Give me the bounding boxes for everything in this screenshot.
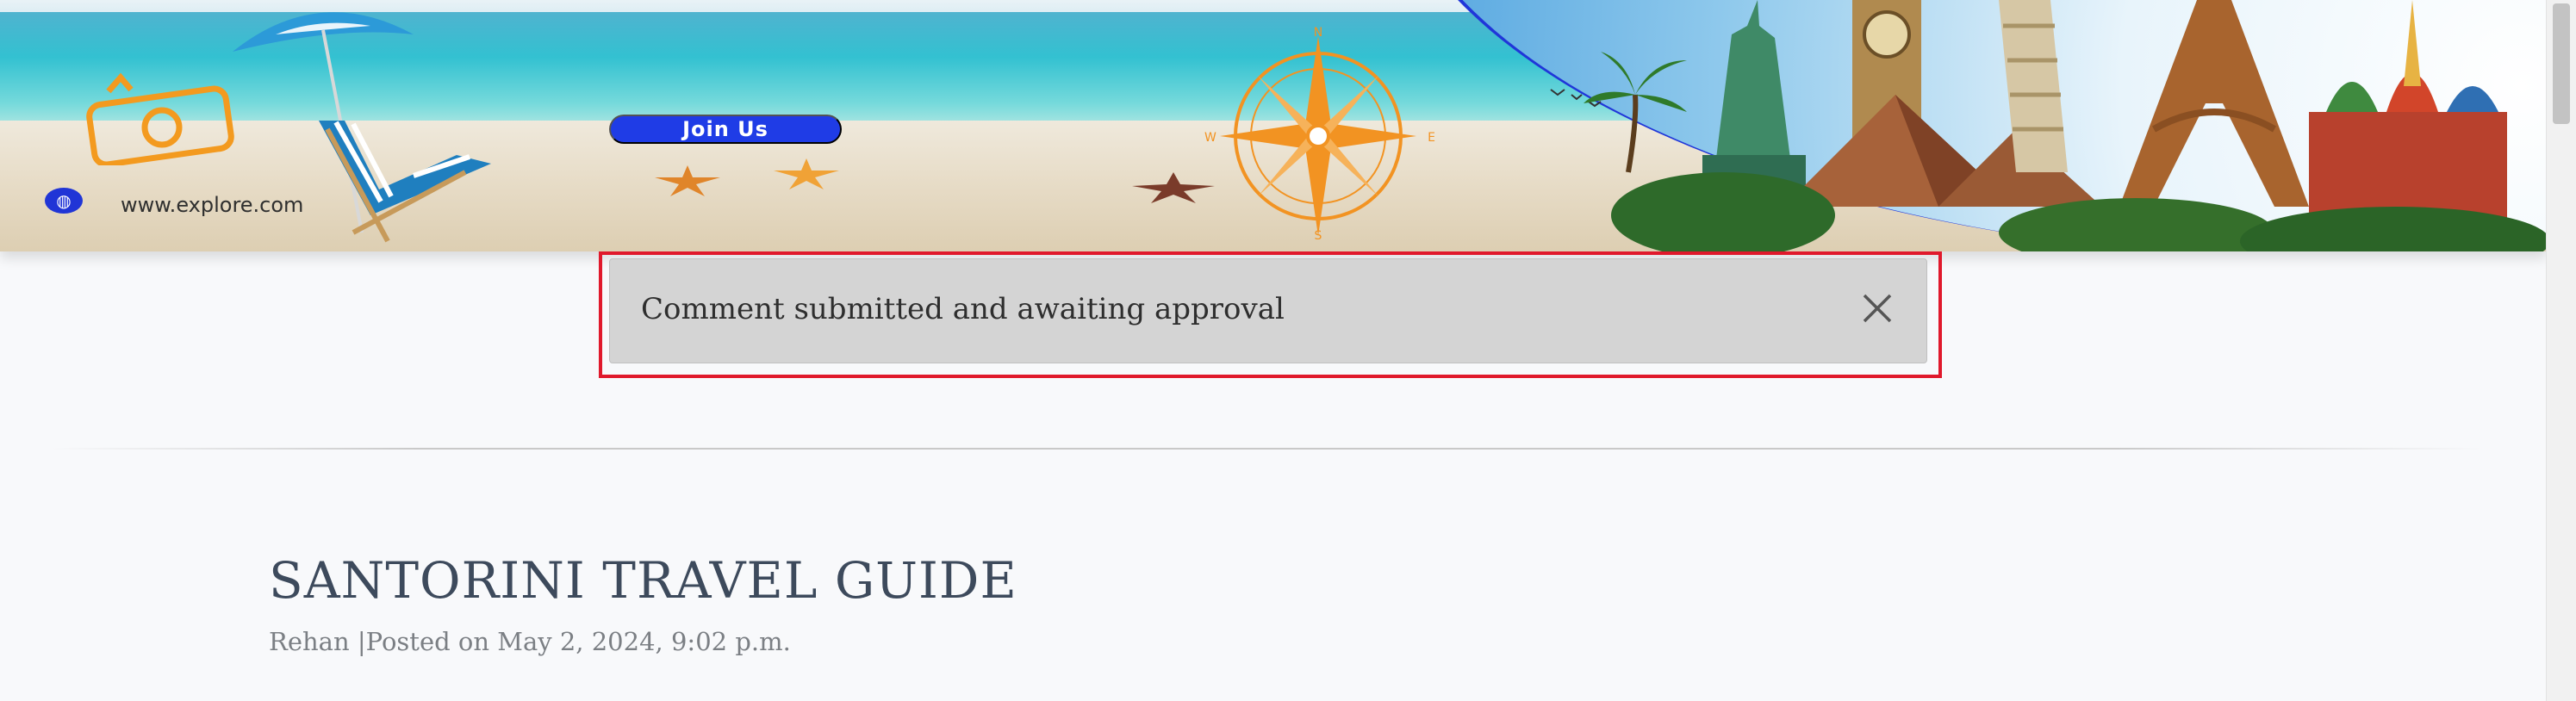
landmarks-illustration [1550,0,2547,251]
section-divider [52,448,2481,450]
compass-letter-s: S [1315,229,1322,241]
page: Join Us N W E S ◍ www.explore.com Commen… [0,0,2547,701]
compass-letter-w: W [1204,131,1216,145]
site-url: www.explore.com [121,193,304,217]
globe-icon: ◍ [45,188,83,214]
starfish-icon [774,158,839,189]
post-title: SANTORINI TRAVEL GUIDE [269,551,1017,610]
compass-letter-n: N [1314,26,1322,40]
close-icon[interactable] [1859,290,1895,326]
vertical-scrollbar[interactable] [2546,0,2576,701]
camera-icon [86,72,234,165]
scrollbar-thumb[interactable] [2553,3,2570,124]
notification-alert: Comment submitted and awaiting approval [609,258,1927,363]
header-banner: Join Us N W E S ◍ www.explore.com [0,0,2547,251]
starfish-icon [655,165,720,196]
compass-letter-e: E [1428,131,1435,145]
compass-icon: N W E S [1204,26,1435,241]
join-us-button[interactable]: Join Us [609,115,842,144]
post-meta: Rehan |Posted on May 2, 2024, 9:02 p.m. [269,627,791,656]
deck-chair-icon [319,121,491,243]
notification-message: Comment submitted and awaiting approval [641,292,1285,326]
